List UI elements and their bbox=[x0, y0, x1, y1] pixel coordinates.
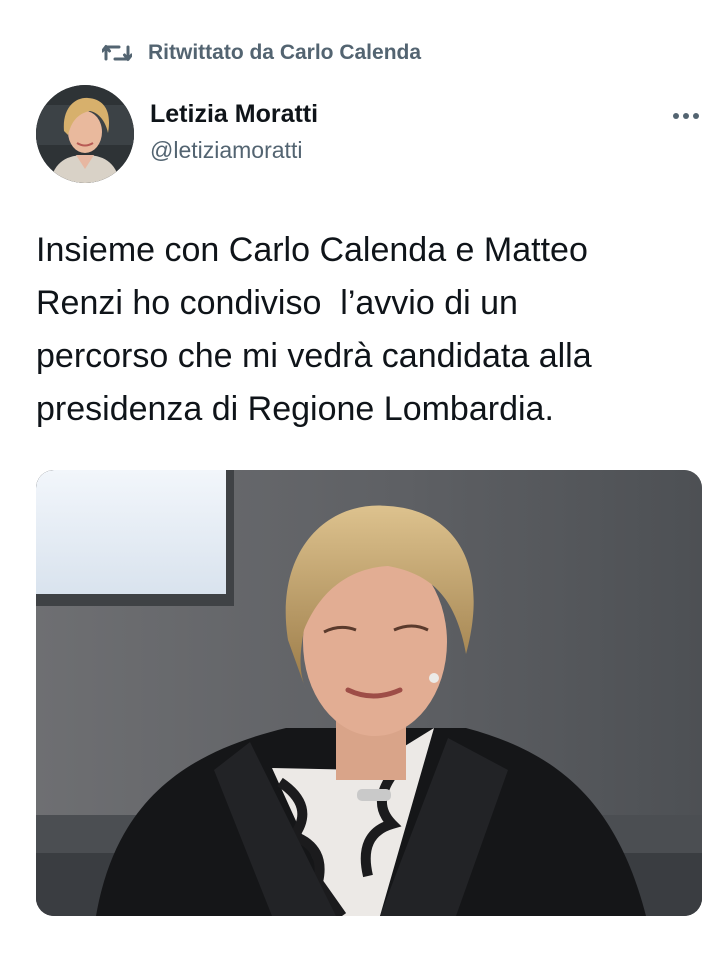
more-icon bbox=[673, 113, 699, 119]
more-options-button[interactable] bbox=[666, 102, 706, 130]
retweet-text: Ritwittato da Carlo Calenda bbox=[148, 41, 422, 64]
avatar-photo bbox=[36, 85, 134, 183]
tweet-page: Ritwittato da Carlo Calenda Letizia Mora… bbox=[0, 0, 724, 960]
author-name[interactable]: Letizia Moratti bbox=[150, 100, 318, 129]
avatar[interactable] bbox=[36, 85, 134, 183]
portrait-photo bbox=[36, 470, 702, 916]
tweet-text: Insieme con Carlo Calenda e Matteo Renzi… bbox=[36, 231, 592, 428]
retweet-indicator[interactable]: Ritwittato da Carlo Calenda bbox=[101, 36, 422, 70]
author-handle[interactable]: @letiziamoratti bbox=[150, 137, 302, 164]
retweet-icon bbox=[101, 41, 133, 65]
tweet-photo[interactable] bbox=[36, 470, 702, 916]
